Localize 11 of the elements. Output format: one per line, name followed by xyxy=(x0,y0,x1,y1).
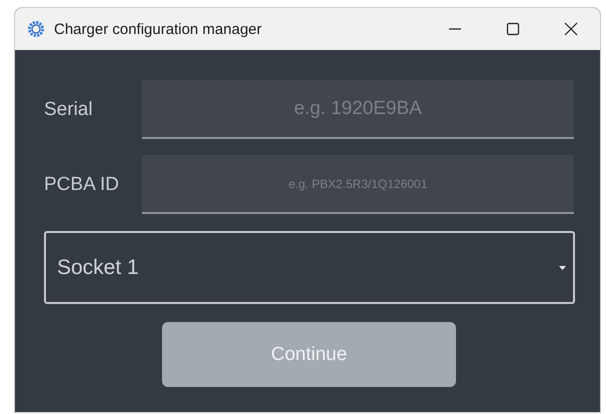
gear-icon xyxy=(27,20,45,38)
window-title: Charger configuration manager xyxy=(54,20,263,38)
field-label: PCBA ID xyxy=(44,174,120,196)
socket-dropdown[interactable]: Socket 1 xyxy=(44,231,575,304)
maximize-icon xyxy=(505,21,521,37)
input-field[interactable]: e.g. 1920E9BA xyxy=(142,80,574,139)
minimize-icon xyxy=(449,28,461,30)
field-label: Serial xyxy=(44,98,94,120)
caret-icon xyxy=(559,266,566,270)
close-icon xyxy=(563,21,579,37)
input-field[interactable]: e.g. PBX2.5R3/1Q126001 xyxy=(142,155,574,214)
